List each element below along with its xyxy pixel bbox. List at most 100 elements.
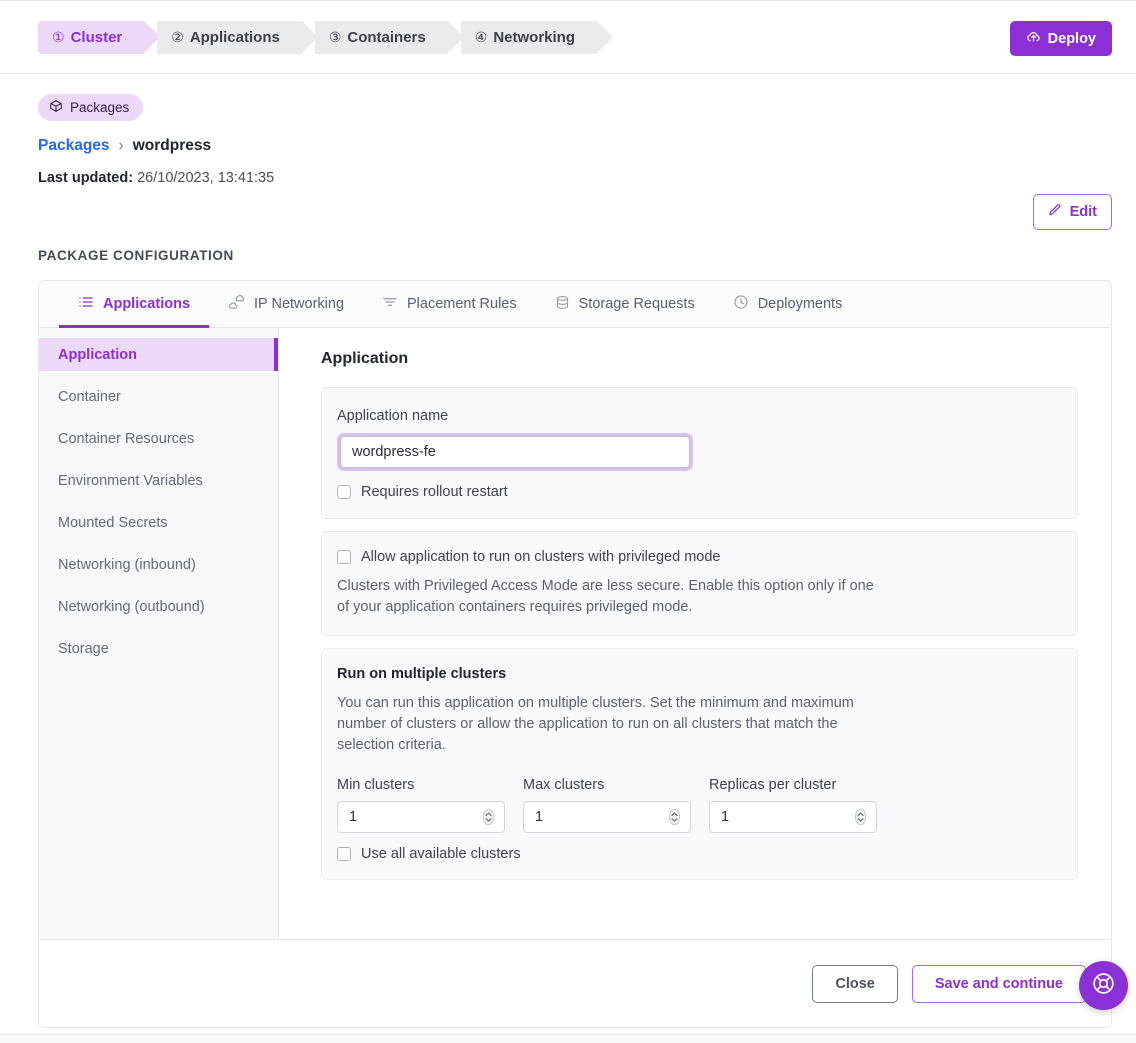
last-updated-value: 26/10/2023, 13:41:35 [137,170,275,186]
page-header: Packages Packages › wordpress Last updat… [0,74,1136,230]
sidebar-item-label: Storage [58,640,109,657]
sidebar-item-application[interactable]: Application [39,338,278,371]
privileged-mode-label: Allow application to run on clusters wit… [361,549,721,565]
tab-label: Applications [103,296,191,312]
clouds-icon [228,294,245,315]
sidebar-item-label: Networking (outbound) [58,598,205,615]
min-clusters-value: 1 [349,809,358,825]
step-label: Containers [347,28,426,46]
multiple-clusters-title: Run on multiple clusters [337,666,507,682]
bottom-strip [0,1034,1136,1043]
tab-ip-networking[interactable]: IP Networking [209,281,363,327]
card-body: Application Container Container Resource… [39,328,1111,939]
sidebar-item-storage[interactable]: Storage [39,632,278,665]
step-applications[interactable]: ② Applications [157,20,318,54]
pencil-icon [1048,203,1062,221]
max-clusters-input[interactable]: 1 [523,801,691,833]
tab-placement-rules[interactable]: Placement Rules [363,281,536,327]
use-all-clusters-checkbox[interactable] [337,847,351,861]
max-clusters-stepper[interactable] [668,808,681,826]
step-containers[interactable]: ③ Containers [314,20,464,54]
tab-label: Deployments [757,296,843,312]
cloud-upload-icon [1026,29,1041,48]
breadcrumb: Packages › wordpress [38,137,1112,155]
form-title: Application [321,350,409,367]
sidebar-item-networking-inbound[interactable]: Networking (inbound) [39,548,278,581]
edit-button-label: Edit [1069,204,1097,220]
step-number: ④ [474,28,488,45]
step-networking[interactable]: ④ Networking [460,20,614,54]
max-clusters-label: Max clusters [523,777,605,793]
use-all-clusters-label: Use all available clusters [361,846,521,862]
sidebar-item-container-resources[interactable]: Container Resources [39,422,278,455]
privileged-mode-description: Clusters with Privileged Access Mode are… [337,578,874,615]
card-footer: Close Save and continue [39,939,1111,1027]
step-cluster[interactable]: ① Cluster [38,20,161,54]
edit-button[interactable]: Edit [1032,194,1112,230]
rollout-restart-checkbox[interactable] [337,485,351,499]
privileged-mode-panel: Allow application to run on clusters wit… [321,531,1078,636]
packages-badge: Packages [38,94,144,121]
tab-label: Placement Rules [407,296,517,312]
sidebar-item-mounted-secrets[interactable]: Mounted Secrets [39,506,278,539]
database-icon [555,295,570,314]
sidebar-item-label: Environment Variables [58,472,203,489]
last-updated: Last updated: 26/10/2023, 13:41:35 [38,170,1112,186]
save-and-continue-button[interactable]: Save and continue [911,964,1086,1003]
tab-applications[interactable]: Applications [59,281,210,328]
replicas-per-cluster-input[interactable]: 1 [709,801,877,833]
application-name-label: Application name [337,408,449,424]
rollout-restart-row: Requires rollout restart [337,484,1058,500]
application-name-panel: Application name Requires rollout restar… [321,387,1078,519]
max-clusters-field: Max clusters 1 [523,777,691,833]
sidebar-item-environment-variables[interactable]: Environment Variables [39,464,278,497]
configuration-card: Applications IP Networking Placement Rul… [38,280,1112,1028]
step-label: Cluster [70,28,123,46]
tab-bar: Applications IP Networking Placement Rul… [39,281,1111,328]
application-name-input[interactable] [340,436,690,468]
last-updated-label: Last updated: [38,170,134,186]
step-number: ② [171,28,184,45]
deploy-button[interactable]: Deploy [1009,21,1112,56]
sidebar-item-label: Networking (inbound) [58,556,196,573]
close-button[interactable]: Close [812,964,898,1003]
tab-label: Storage Requests [578,296,695,312]
privileged-mode-checkbox[interactable] [337,550,351,564]
sidebar-item-label: Container Resources [58,430,195,447]
min-clusters-label: Min clusters [337,777,415,793]
application-name-input-wrap [337,433,693,471]
step-number: ① [52,28,65,45]
stepper: ① Cluster ② Applications ③ Containers ④ … [38,20,614,54]
tab-deployments[interactable]: Deployments [714,281,862,327]
max-clusters-value: 1 [535,809,544,825]
package-icon [49,99,63,116]
replicas-per-cluster-field: Replicas per cluster 1 [709,777,877,833]
min-clusters-stepper[interactable] [482,808,495,826]
sidebar-item-label: Container [58,388,121,405]
step-label: Applications [189,28,280,46]
stepper-bar: ① Cluster ② Applications ③ Containers ④ … [0,0,1136,74]
multiple-clusters-panel: Run on multiple clusters You can run thi… [321,648,1078,880]
min-clusters-field: Min clusters 1 [337,777,505,833]
breadcrumb-packages-link[interactable]: Packages [38,137,110,155]
use-all-clusters-row: Use all available clusters [337,846,1058,862]
min-clusters-input[interactable]: 1 [337,801,505,833]
page-section-title: PACKAGE CONFIGURATION [38,248,234,263]
sidebar-item-networking-outbound[interactable]: Networking (outbound) [39,590,278,623]
help-button[interactable] [1079,961,1128,1010]
replicas-per-cluster-stepper[interactable] [854,808,867,826]
cluster-number-fields: Min clusters 1 Max clusters 1 Replicas p… [337,777,1058,833]
tab-storage-requests[interactable]: Storage Requests [536,281,714,327]
config-main: Application Application name Requires ro… [279,328,1111,939]
replicas-per-cluster-value: 1 [721,809,730,825]
list-icon [78,294,94,314]
packages-badge-label: Packages [70,100,130,115]
deploy-button-label: Deploy [1047,30,1096,47]
sidebar-item-label: Application [58,346,137,363]
help-lifering-icon [1091,971,1116,1001]
config-sidebar: Application Container Container Resource… [39,328,279,939]
rollout-restart-label: Requires rollout restart [361,484,508,500]
sidebar-item-container[interactable]: Container [39,380,278,413]
clock-icon [733,294,749,314]
multiple-clusters-description: You can run this application on multiple… [337,695,854,753]
